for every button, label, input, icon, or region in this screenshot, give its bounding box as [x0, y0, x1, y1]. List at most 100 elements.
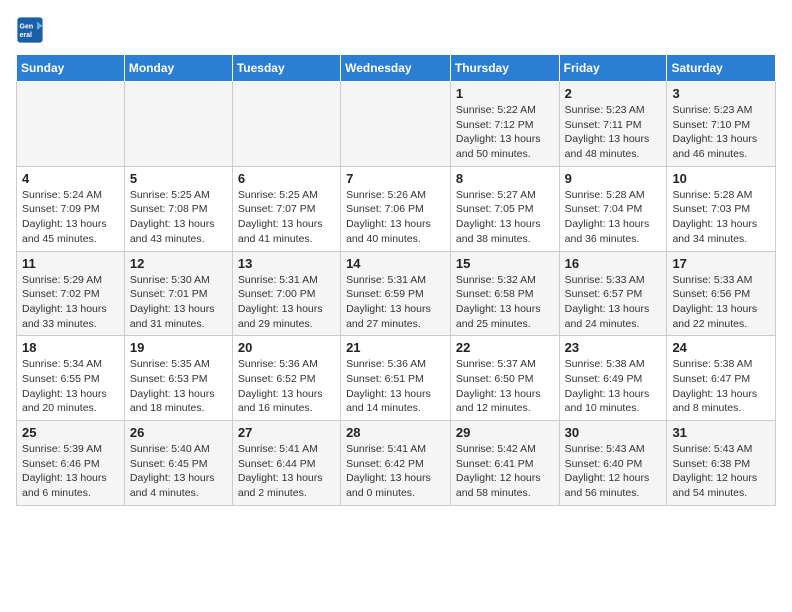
weekday-header-tuesday: Tuesday — [232, 55, 340, 82]
calendar-cell: 14 Sunrise: 5:31 AM Sunset: 6:59 PM Dayli… — [341, 251, 451, 336]
day-info: Sunrise: 5:33 AM Sunset: 6:57 PM Dayligh… — [565, 273, 662, 332]
day-number: 3 — [672, 86, 770, 101]
svg-text:eral: eral — [20, 32, 33, 39]
calendar-cell: 1 Sunrise: 5:22 AM Sunset: 7:12 PM Daylig… — [450, 82, 559, 167]
day-number: 17 — [672, 256, 770, 271]
day-info: Sunrise: 5:31 AM Sunset: 7:00 PM Dayligh… — [238, 273, 335, 332]
calendar-cell: 6Sunrise: 5:25 AM Sunset: 7:07 PM Daylig… — [232, 166, 340, 251]
day-info: Sunrise: 5:31 AM Sunset: 6:59 PM Dayligh… — [346, 273, 445, 332]
calendar-cell: 25 Sunrise: 5:39 AM Sunset: 6:46 PM Dayli… — [17, 421, 125, 506]
calendar-cell — [124, 82, 232, 167]
weekday-header-sunday: Sunday — [17, 55, 125, 82]
day-number: 20 — [238, 340, 335, 355]
calendar-cell: 20Sunrise: 5:36 AM Sunset: 6:52 PM Dayli… — [232, 336, 340, 421]
day-number: 22 — [456, 340, 554, 355]
calendar-cell: 23 Sunrise: 5:38 AM Sunset: 6:49 PM Dayli… — [559, 336, 667, 421]
calendar-cell: 28 Sunrise: 5:41 AM Sunset: 6:42 PM Dayli… — [341, 421, 451, 506]
day-info: Sunrise: 5:43 AM Sunset: 6:40 PM Dayligh… — [565, 442, 662, 501]
day-number: 27 — [238, 425, 335, 440]
day-number: 23 — [565, 340, 662, 355]
weekday-header-saturday: Saturday — [667, 55, 776, 82]
day-info: Sunrise: 5:23 AM Sunset: 7:10 PM Dayligh… — [672, 103, 770, 162]
day-info: Sunrise: 5:40 AM Sunset: 6:45 PM Dayligh… — [130, 442, 227, 501]
day-number: 4 — [22, 171, 119, 186]
calendar-cell: 10 Sunrise: 5:28 AM Sunset: 7:03 PM Dayli… — [667, 166, 776, 251]
calendar-cell: 29 Sunrise: 5:42 AM Sunset: 6:41 PM Dayli… — [450, 421, 559, 506]
calendar-cell: 17 Sunrise: 5:33 AM Sunset: 6:56 PM Dayli… — [667, 251, 776, 336]
day-number: 1 — [456, 86, 554, 101]
day-info: Sunrise: 5:28 AM Sunset: 7:03 PM Dayligh… — [672, 188, 770, 247]
calendar-cell: 15 Sunrise: 5:32 AM Sunset: 6:58 PM Dayli… — [450, 251, 559, 336]
day-info: Sunrise: 5:41 AM Sunset: 6:44 PM Dayligh… — [238, 442, 335, 501]
day-info: Sunrise: 5:34 AM Sunset: 6:55 PM Dayligh… — [22, 357, 119, 416]
day-number: 14 — [346, 256, 445, 271]
day-number: 19 — [130, 340, 227, 355]
calendar-cell: 3 Sunrise: 5:23 AM Sunset: 7:10 PM Daylig… — [667, 82, 776, 167]
day-number: 6 — [238, 171, 335, 186]
day-number: 30 — [565, 425, 662, 440]
day-info: Sunrise: 5:42 AM Sunset: 6:41 PM Dayligh… — [456, 442, 554, 501]
day-number: 18 — [22, 340, 119, 355]
day-info: Sunrise: 5:25 AM Sunset: 7:08 PM Dayligh… — [130, 188, 227, 247]
day-info: Sunrise: 5:35 AM Sunset: 6:53 PM Dayligh… — [130, 357, 227, 416]
general-blue-logo: Gen eral — [16, 16, 44, 44]
weekday-header-monday: Monday — [124, 55, 232, 82]
day-number: 21 — [346, 340, 445, 355]
calendar-cell: 27 Sunrise: 5:41 AM Sunset: 6:44 PM Dayli… — [232, 421, 340, 506]
calendar-cell — [17, 82, 125, 167]
calendar-cell: 9 Sunrise: 5:28 AM Sunset: 7:04 PM Daylig… — [559, 166, 667, 251]
day-info: Sunrise: 5:23 AM Sunset: 7:11 PM Dayligh… — [565, 103, 662, 162]
day-info: Sunrise: 5:36 AM Sunset: 6:51 PM Dayligh… — [346, 357, 445, 416]
calendar-cell: 7Sunrise: 5:26 AM Sunset: 7:06 PM Daylig… — [341, 166, 451, 251]
day-number: 5 — [130, 171, 227, 186]
day-info: Sunrise: 5:30 AM Sunset: 7:01 PM Dayligh… — [130, 273, 227, 332]
day-number: 29 — [456, 425, 554, 440]
day-info: Sunrise: 5:38 AM Sunset: 6:49 PM Dayligh… — [565, 357, 662, 416]
day-info: Sunrise: 5:32 AM Sunset: 6:58 PM Dayligh… — [456, 273, 554, 332]
day-number: 9 — [565, 171, 662, 186]
day-number: 28 — [346, 425, 445, 440]
calendar-cell — [341, 82, 451, 167]
calendar-cell: 31Sunrise: 5:43 AM Sunset: 6:38 PM Dayli… — [667, 421, 776, 506]
day-number: 24 — [672, 340, 770, 355]
day-info: Sunrise: 5:29 AM Sunset: 7:02 PM Dayligh… — [22, 273, 119, 332]
day-number: 13 — [238, 256, 335, 271]
day-number: 15 — [456, 256, 554, 271]
calendar-cell: 2 Sunrise: 5:23 AM Sunset: 7:11 PM Daylig… — [559, 82, 667, 167]
day-info: Sunrise: 5:39 AM Sunset: 6:46 PM Dayligh… — [22, 442, 119, 501]
day-number: 16 — [565, 256, 662, 271]
day-number: 8 — [456, 171, 554, 186]
calendar-cell: 4 Sunrise: 5:24 AM Sunset: 7:09 PM Daylig… — [17, 166, 125, 251]
calendar-cell: 11 Sunrise: 5:29 AM Sunset: 7:02 PM Dayli… — [17, 251, 125, 336]
weekday-header-thursday: Thursday — [450, 55, 559, 82]
day-info: Sunrise: 5:27 AM Sunset: 7:05 PM Dayligh… — [456, 188, 554, 247]
day-number: 11 — [22, 256, 119, 271]
calendar-cell: 24 Sunrise: 5:38 AM Sunset: 6:47 PM Dayli… — [667, 336, 776, 421]
calendar-cell: 8 Sunrise: 5:27 AM Sunset: 7:05 PM Daylig… — [450, 166, 559, 251]
calendar-cell: 21 Sunrise: 5:36 AM Sunset: 6:51 PM Dayli… — [341, 336, 451, 421]
calendar-cell: 26 Sunrise: 5:40 AM Sunset: 6:45 PM Dayli… — [124, 421, 232, 506]
day-number: 25 — [22, 425, 119, 440]
day-number: 26 — [130, 425, 227, 440]
calendar-cell: 18 Sunrise: 5:34 AM Sunset: 6:55 PM Dayli… — [17, 336, 125, 421]
calendar-cell: 5 Sunrise: 5:25 AM Sunset: 7:08 PM Daylig… — [124, 166, 232, 251]
day-info: Sunrise: 5:37 AM Sunset: 6:50 PM Dayligh… — [456, 357, 554, 416]
calendar-cell: 19 Sunrise: 5:35 AM Sunset: 6:53 PM Dayli… — [124, 336, 232, 421]
day-number: 31 — [672, 425, 770, 440]
weekday-header-wednesday: Wednesday — [341, 55, 451, 82]
svg-text:Gen: Gen — [20, 24, 34, 31]
day-info: Sunrise: 5:24 AM Sunset: 7:09 PM Dayligh… — [22, 188, 119, 247]
day-info: Sunrise: 5:22 AM Sunset: 7:12 PM Dayligh… — [456, 103, 554, 162]
day-info: Sunrise: 5:33 AM Sunset: 6:56 PM Dayligh… — [672, 273, 770, 332]
calendar-cell: 13 Sunrise: 5:31 AM Sunset: 7:00 PM Dayli… — [232, 251, 340, 336]
calendar-cell: 12Sunrise: 5:30 AM Sunset: 7:01 PM Dayli… — [124, 251, 232, 336]
day-number: 10 — [672, 171, 770, 186]
day-number: 2 — [565, 86, 662, 101]
calendar-cell — [232, 82, 340, 167]
day-info: Sunrise: 5:38 AM Sunset: 6:47 PM Dayligh… — [672, 357, 770, 416]
day-info: Sunrise: 5:41 AM Sunset: 6:42 PM Dayligh… — [346, 442, 445, 501]
calendar-table: SundayMondayTuesdayWednesdayThursdayFrid… — [16, 54, 776, 506]
weekday-header-friday: Friday — [559, 55, 667, 82]
day-info: Sunrise: 5:26 AM Sunset: 7:06 PM Dayligh… — [346, 188, 445, 247]
day-info: Sunrise: 5:28 AM Sunset: 7:04 PM Dayligh… — [565, 188, 662, 247]
